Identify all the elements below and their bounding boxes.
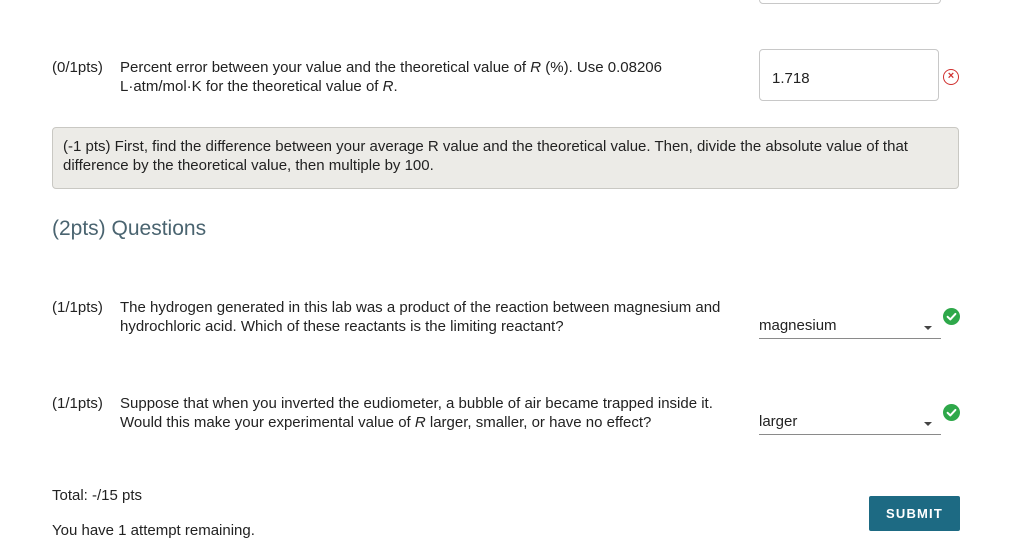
limiting-reactant-question: (1/1pts) The hydrogen generated in this … [52, 298, 742, 336]
x-circle-icon: × [943, 69, 959, 85]
percent-error-input[interactable]: 1.718 [759, 49, 939, 101]
hint-text: (-1 pts) First, find the difference betw… [63, 138, 908, 174]
question-score: (1/1pts) [52, 299, 103, 316]
question-text: The hydrogen generated in this lab was a… [120, 299, 721, 335]
caret-down-icon [924, 326, 932, 330]
section-title: (2pts) Questions [52, 217, 207, 240]
percent-error-value: 1.718 [772, 70, 810, 87]
attempts-remaining: You have 1 attempt remaining. [52, 522, 255, 539]
question-score: (0/1pts) [52, 59, 103, 76]
question-text: Suppose that when you inverted the eudio… [120, 395, 713, 431]
check-circle-icon [943, 308, 960, 325]
caret-down-icon [924, 422, 932, 426]
air-bubble-question: (1/1pts) Suppose that when you inverted … [52, 394, 742, 432]
selected-value: magnesium [759, 317, 837, 334]
air-bubble-select[interactable]: larger [759, 410, 941, 435]
question-score: (1/1pts) [52, 395, 103, 412]
hint-box: (-1 pts) First, find the difference betw… [52, 127, 959, 189]
submit-button[interactable]: SUBMIT [869, 496, 960, 531]
question-text: Percent error between your value and the… [120, 59, 662, 95]
check-circle-icon [943, 404, 960, 421]
previous-answer-input[interactable] [759, 0, 941, 4]
total-score: Total: -/15 pts [52, 487, 143, 504]
selected-value: larger [759, 413, 798, 430]
limiting-reactant-select[interactable]: magnesium [759, 314, 941, 339]
percent-error-question: (0/1pts) Percent error between your valu… [52, 58, 742, 96]
